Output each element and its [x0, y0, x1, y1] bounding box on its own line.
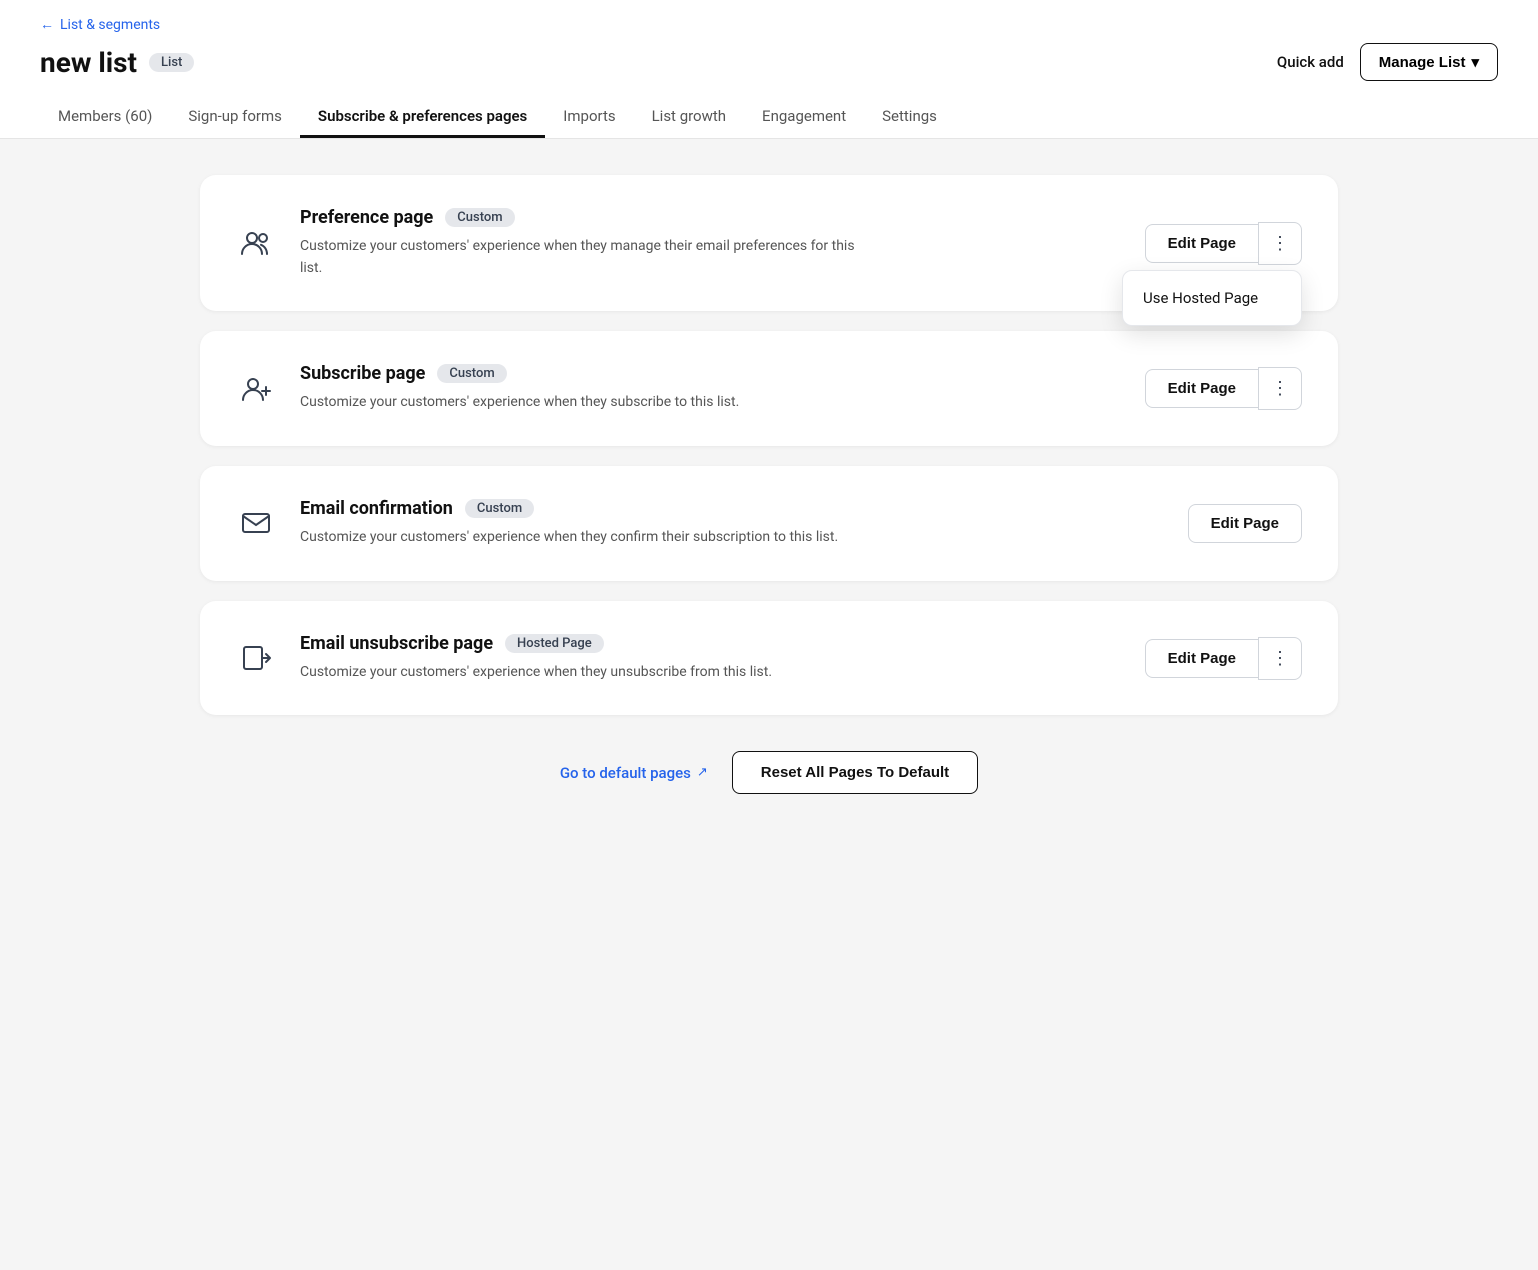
subscribe-page-card: Subscribe page Custom Customize your cus…: [200, 331, 1338, 446]
nav-tabs: Members (60) Sign-up forms Subscribe & p…: [40, 97, 1498, 138]
main-content: Preference page Custom Customize your cu…: [0, 139, 1538, 854]
email-confirmation-title: Email confirmation: [300, 498, 453, 519]
preference-more-button[interactable]: ⋮: [1258, 222, 1302, 265]
email-confirmation-info: Email confirmation Custom Customize your…: [300, 498, 1164, 549]
page-title: new list: [40, 46, 137, 79]
preference-page-title: Preference page: [300, 207, 433, 228]
subscribe-page-title: Subscribe page: [300, 363, 425, 384]
preference-page-badge: Custom: [445, 208, 514, 227]
manage-list-label: Manage List: [1379, 54, 1466, 71]
preference-edit-page-button[interactable]: Edit Page: [1145, 224, 1258, 263]
tab-settings[interactable]: Settings: [864, 97, 955, 138]
email-icon: [236, 507, 276, 539]
tab-signup-forms[interactable]: Sign-up forms: [170, 97, 300, 138]
unsubscribe-more-button[interactable]: ⋮: [1258, 637, 1302, 680]
email-confirmation-badge: Custom: [465, 499, 534, 518]
unsubscribe-edit-page-button[interactable]: Edit Page: [1145, 639, 1258, 678]
back-link[interactable]: ← List & segments: [40, 16, 1498, 33]
bottom-actions: Go to default pages ↗ Reset All Pages To…: [200, 751, 1338, 794]
go-to-default-pages-label: Go to default pages: [560, 764, 691, 782]
tab-imports[interactable]: Imports: [545, 97, 633, 138]
subscribe-page-badge: Custom: [437, 364, 506, 383]
email-unsubscribe-badge: Hosted Page: [505, 634, 604, 653]
subscribe-icon: [236, 373, 276, 405]
list-badge: List: [149, 53, 194, 72]
email-confirmation-edit-page-button[interactable]: Edit Page: [1188, 504, 1302, 543]
chevron-down-icon: ▾: [1471, 53, 1479, 71]
back-arrow-icon: ←: [40, 16, 54, 33]
people-icon: [236, 227, 276, 259]
email-confirmation-desc: Customize your customers' experience whe…: [300, 527, 880, 549]
subscribe-page-info: Subscribe page Custom Customize your cus…: [300, 363, 1121, 414]
preference-dropdown-menu: Use Hosted Page: [1122, 270, 1302, 326]
go-to-default-pages-link[interactable]: Go to default pages ↗: [560, 764, 708, 782]
preference-page-actions: Edit Page ⋮ Use Hosted Page: [1145, 222, 1302, 265]
email-confirmation-card: Email confirmation Custom Customize your…: [200, 466, 1338, 581]
email-unsubscribe-actions: Edit Page ⋮: [1145, 637, 1302, 680]
subscribe-edit-page-button[interactable]: Edit Page: [1145, 369, 1258, 408]
preference-page-info: Preference page Custom Customize your cu…: [300, 207, 1121, 279]
reset-all-pages-button[interactable]: Reset All Pages To Default: [732, 751, 978, 794]
reset-all-pages-label: Reset All Pages To Default: [761, 764, 949, 781]
use-hosted-page-item[interactable]: Use Hosted Page: [1123, 277, 1301, 319]
tab-engagement[interactable]: Engagement: [744, 97, 864, 138]
preference-page-desc: Customize your customers' experience whe…: [300, 236, 880, 279]
unsubscribe-icon: [236, 642, 276, 674]
subscribe-page-desc: Customize your customers' experience whe…: [300, 392, 880, 414]
back-link-label: List & segments: [60, 17, 160, 33]
subscribe-more-button[interactable]: ⋮: [1258, 367, 1302, 410]
tab-list-growth[interactable]: List growth: [634, 97, 744, 138]
external-link-icon: ↗: [697, 765, 708, 780]
quick-add-label: Quick add: [1277, 53, 1344, 71]
email-unsubscribe-card: Email unsubscribe page Hosted Page Custo…: [200, 601, 1338, 716]
email-unsubscribe-title: Email unsubscribe page: [300, 633, 493, 654]
subscribe-page-actions: Edit Page ⋮: [1145, 367, 1302, 410]
email-unsubscribe-desc: Customize your customers' experience whe…: [300, 662, 880, 684]
tab-members[interactable]: Members (60): [40, 97, 170, 138]
manage-list-button[interactable]: Manage List ▾: [1360, 43, 1498, 81]
email-confirmation-actions: Edit Page: [1188, 504, 1302, 543]
email-unsubscribe-info: Email unsubscribe page Hosted Page Custo…: [300, 633, 1121, 684]
tab-subscribe-prefs[interactable]: Subscribe & preferences pages: [300, 97, 545, 138]
preference-page-card: Preference page Custom Customize your cu…: [200, 175, 1338, 311]
